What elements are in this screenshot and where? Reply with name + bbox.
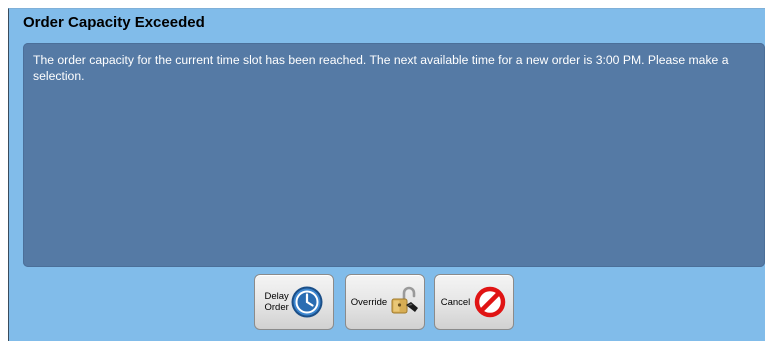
delay-order-label: Delay Order [264, 291, 289, 313]
cancel-label: Cancel [440, 296, 471, 308]
delay-order-button[interactable]: Delay Order [254, 274, 334, 330]
dialog-message: The order capacity for the current time … [33, 53, 729, 83]
cancel-button[interactable]: Cancel [434, 274, 514, 330]
clock-icon [290, 285, 324, 319]
dialog-title: Order Capacity Exceeded [23, 14, 205, 31]
message-panel: The order capacity for the current time … [23, 43, 765, 267]
override-label: Override [350, 296, 388, 308]
unlock-icon [389, 285, 419, 319]
no-entry-icon [473, 285, 507, 319]
override-button[interactable]: Override [345, 274, 425, 330]
